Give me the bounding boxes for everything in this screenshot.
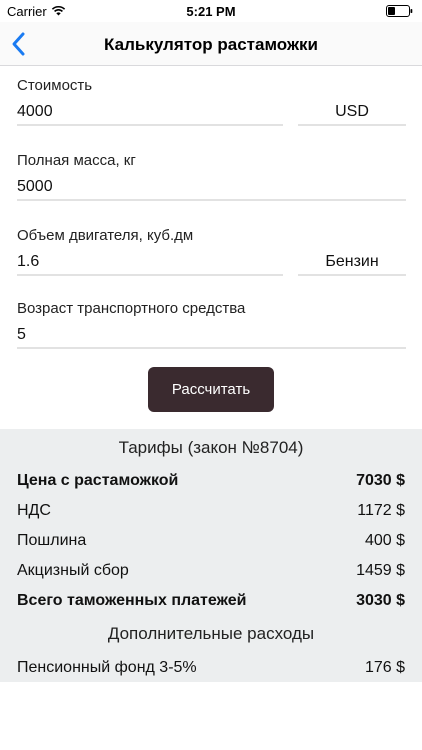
vehicle-age-label: Возраст транспортного средства [17, 300, 246, 317]
result-row-total-customs: Всего таможенных платежей 3030 $ [17, 592, 405, 614]
engine-volume-input[interactable] [17, 250, 283, 276]
result-row-duty: Пошлина 400 $ [17, 532, 405, 554]
result-value: 3030 $ [356, 592, 405, 609]
result-value: 176 $ [364, 659, 405, 676]
result-row-vat: НДС 1172 $ [17, 502, 405, 524]
result-label: Акцизный сбор [17, 562, 129, 579]
cost-label: Стоимость [17, 77, 93, 94]
result-value: 1172 $ [357, 502, 405, 519]
clock: 5:21 PM [186, 4, 236, 19]
result-label: НДС [17, 502, 51, 519]
fuel-type-select[interactable]: Бензин [298, 250, 406, 276]
tariffs-heading: Тарифы (закон №8704) [118, 438, 304, 457]
result-label: Пошлина [17, 532, 87, 549]
extra-expenses-heading: Дополнительные расходы [107, 624, 315, 643]
cost-input[interactable] [17, 100, 283, 126]
currency-select[interactable]: USD [298, 100, 406, 126]
status-bar: Carrier 5:21 PM [0, 0, 422, 22]
result-value: 7030 $ [356, 472, 405, 489]
vehicle-age-input[interactable] [17, 323, 406, 349]
result-row-total-price: Цена с растаможкой 7030 $ [17, 472, 405, 494]
engine-volume-label: Объем двигателя, куб.дм [17, 227, 194, 244]
result-row-pension-fund: Пенсионный фонд 3-5% 176 $ [17, 659, 405, 681]
results-panel: Тарифы (закон №8704) Цена с растаможкой … [0, 429, 422, 682]
result-label: Цена с растаможкой [17, 472, 179, 489]
page-title: Калькулятор растаможки [104, 35, 318, 54]
mass-input[interactable] [17, 175, 406, 201]
result-label: Пенсионный фонд 3-5% [17, 659, 197, 676]
result-label: Всего таможенных платежей [17, 592, 247, 609]
mass-label: Полная масса, кг [17, 152, 136, 169]
result-value: 1459 $ [356, 562, 405, 579]
calculate-button[interactable]: Рассчитать [148, 367, 274, 412]
result-value: 400 $ [364, 532, 405, 549]
navigation-bar: Калькулятор растаможки [0, 22, 422, 66]
result-row-excise: Акцизный сбор 1459 $ [17, 562, 405, 584]
battery-icon [386, 5, 413, 17]
